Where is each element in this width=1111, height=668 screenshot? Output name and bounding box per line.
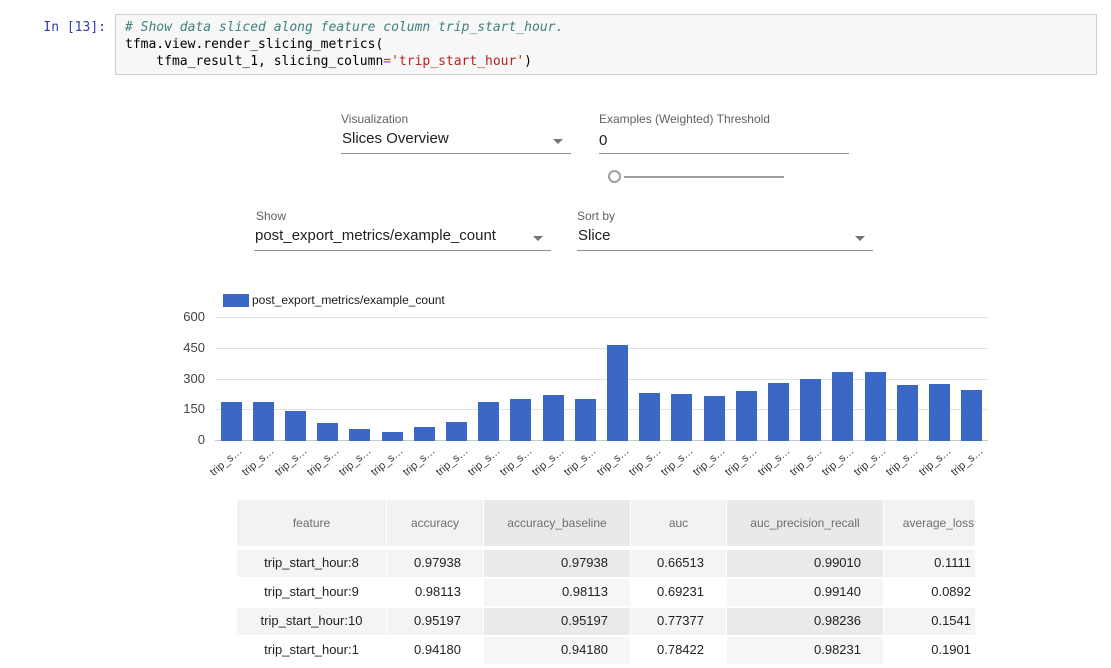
x-labels: trip_s…trip_s…trip_s…trip_s…trip_s…trip_… — [215, 444, 988, 478]
y-tick-label: 450 — [158, 340, 205, 356]
feature-cell: trip_start_hour:10 — [237, 608, 387, 637]
metric-cell: 0.69231 — [631, 579, 727, 608]
metric-cell: 0.66513 — [631, 550, 727, 579]
bar — [929, 384, 950, 441]
bar — [704, 396, 725, 441]
slider-thumb-icon[interactable] — [608, 170, 621, 183]
visualization-select[interactable]: Slices Overview — [341, 127, 571, 154]
show-label: Show — [256, 209, 286, 223]
table-row: trip_start_hour:100.951970.951970.773770… — [237, 608, 975, 637]
dropdown-arrow-icon — [553, 139, 563, 144]
bar — [865, 372, 886, 441]
code-cell[interactable]: # Show data sliced along feature column … — [115, 14, 1097, 75]
visualization-label: Visualization — [341, 112, 408, 126]
sort-by-select[interactable]: Slice — [577, 224, 873, 251]
show-select[interactable]: post_export_metrics/example_count — [254, 224, 551, 251]
bar — [639, 393, 660, 441]
metric-cell: 0.94180 — [484, 637, 631, 666]
column-header: average_loss — [884, 500, 975, 550]
code-lines: # Show data sliced along feature column … — [125, 19, 1087, 70]
table-row: trip_start_hour:90.981130.981130.692310.… — [237, 579, 975, 608]
metric-cell: 0.94180 — [387, 637, 484, 666]
bar — [768, 383, 789, 441]
feature-cell: trip_start_hour:9 — [237, 579, 387, 608]
bar — [478, 402, 499, 441]
y-tick-label: 0 — [158, 432, 205, 448]
column-header: auc_precision_recall — [727, 500, 884, 550]
metric-cell: 0.98113 — [484, 579, 631, 608]
bar — [671, 394, 692, 441]
feature-cell: trip_start_hour:1 — [237, 637, 387, 666]
bar-chart — [215, 317, 988, 441]
cell-prompt: In [13]: — [10, 20, 106, 35]
metric-cell: 0.1901 — [884, 637, 975, 666]
bar — [575, 399, 596, 441]
metric-cell: 0.97938 — [387, 550, 484, 579]
bar — [414, 427, 435, 441]
bars — [215, 317, 988, 441]
sort-by-label: Sort by — [577, 209, 615, 223]
threshold-label: Examples (Weighted) Threshold — [599, 112, 770, 126]
metric-cell: 0.98113 — [387, 579, 484, 608]
bar — [607, 345, 628, 441]
metric-cell: 0.77377 — [631, 608, 727, 637]
y-tick-label: 150 — [158, 401, 205, 417]
metric-cell: 0.99140 — [727, 579, 884, 608]
y-tick-label: 300 — [158, 371, 205, 387]
table-row: trip_start_hour:10.941800.941800.784220.… — [237, 637, 975, 666]
legend-swatch-icon — [223, 294, 249, 307]
bar — [543, 395, 564, 441]
legend-label: post_export_metrics/example_count — [252, 293, 445, 307]
metric-cell: 0.97938 — [484, 550, 631, 579]
bar — [253, 402, 274, 441]
metric-cell: 0.1111 — [884, 550, 975, 579]
bar — [382, 432, 403, 441]
bar — [317, 423, 338, 441]
bar — [510, 399, 531, 441]
bar — [800, 379, 821, 441]
bar — [349, 429, 370, 441]
show-value: post_export_metrics/example_count — [255, 227, 496, 244]
bar — [897, 385, 918, 441]
metric-cell: 0.95197 — [484, 608, 631, 637]
metric-cell: 0.98231 — [727, 637, 884, 666]
visualization-value: Slices Overview — [342, 130, 449, 147]
bar — [961, 390, 982, 441]
bar — [285, 411, 306, 441]
bar — [221, 402, 242, 441]
metric-cell: 0.0892 — [884, 579, 975, 608]
column-header: accuracy — [387, 500, 484, 550]
column-header: accuracy_baseline — [484, 500, 631, 550]
metric-cell: 0.78422 — [631, 637, 727, 666]
notebook-page: In [13]: # Show data sliced along featur… — [0, 0, 1111, 668]
bar — [736, 391, 757, 441]
bar — [832, 372, 853, 441]
sort-by-value: Slice — [578, 227, 611, 244]
metric-cell: 0.99010 — [727, 550, 884, 579]
column-header: feature — [237, 500, 387, 550]
metric-cell: 0.98236 — [727, 608, 884, 637]
dropdown-arrow-icon — [533, 236, 543, 241]
metric-cell: 0.1541 — [884, 608, 975, 637]
y-tick-label: 600 — [158, 309, 205, 325]
table-header-row: featureaccuracyaccuracy_baselineaucauc_p… — [237, 500, 975, 550]
slider-track[interactable] — [624, 176, 784, 178]
table-row: trip_start_hour:80.979380.979380.665130.… — [237, 550, 975, 579]
metrics-table: featureaccuracyaccuracy_baselineaucauc_p… — [237, 500, 975, 668]
column-header: auc — [631, 500, 727, 550]
threshold-input[interactable] — [599, 127, 849, 154]
x-tick-label: trip_s… — [208, 445, 245, 479]
y-axis-labels: 0150300450600 — [158, 317, 205, 441]
dropdown-arrow-icon — [855, 236, 865, 241]
bar — [446, 422, 467, 441]
threshold-slider[interactable] — [608, 169, 786, 185]
metric-cell: 0.95197 — [387, 608, 484, 637]
feature-cell: trip_start_hour:8 — [237, 550, 387, 579]
